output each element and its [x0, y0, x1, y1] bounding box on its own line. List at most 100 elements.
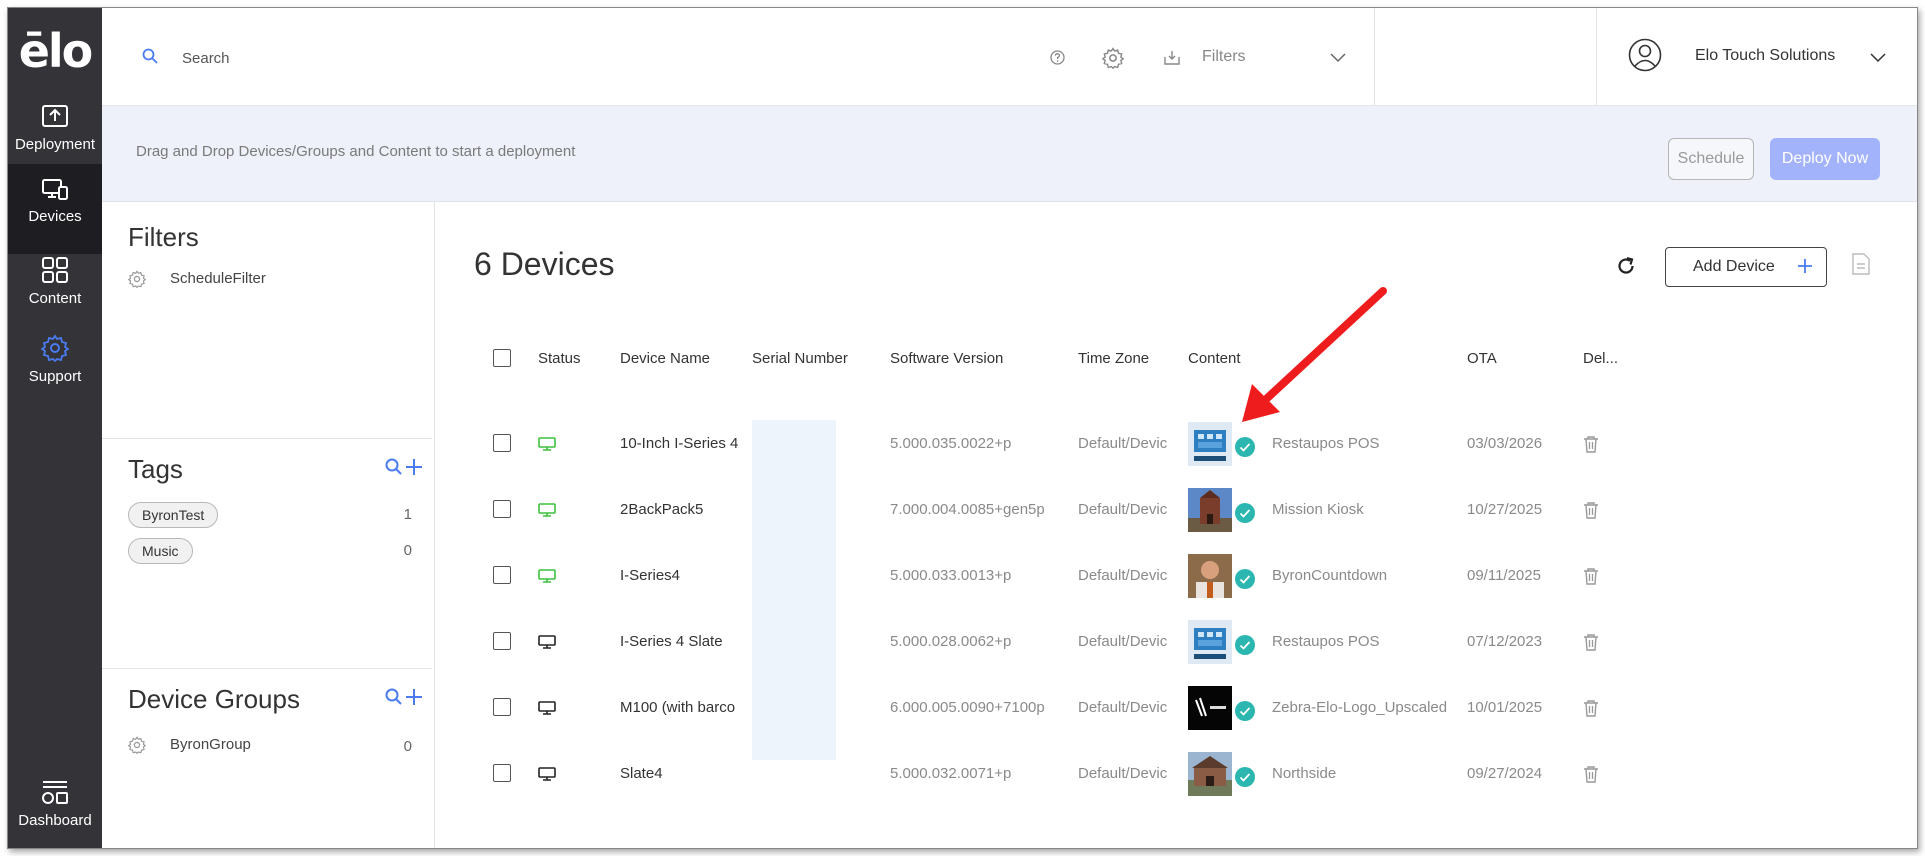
nav-item-dashboard[interactable]: Dashboard [8, 764, 102, 848]
trash-icon[interactable] [1583, 765, 1599, 788]
group-item[interactable]: ByronGroup [128, 736, 378, 756]
nav-item-label: Support [28, 368, 82, 385]
filters-dropdown-label[interactable]: Filters [1202, 48, 1246, 66]
schedule-button[interactable]: Schedule [1668, 138, 1754, 180]
device-name[interactable]: Slate4 [620, 765, 740, 782]
column-header-content[interactable]: Content [1188, 350, 1241, 367]
devices-panel: 6 Devices Add Device Status Device Name … [435, 202, 1917, 848]
chevron-down-icon[interactable] [1330, 53, 1346, 63]
add-device-button[interactable]: Add Device [1665, 247, 1827, 287]
time-zone: Default/Devic [1078, 633, 1168, 650]
ota-date: 10/01/2025 [1467, 699, 1543, 716]
gear-icon [128, 270, 146, 288]
content-thumbnail [1188, 752, 1232, 796]
divider [1596, 8, 1597, 106]
settings-icon[interactable] [1102, 47, 1124, 69]
content-thumbnail [1188, 686, 1232, 730]
row-checkbox[interactable] [493, 434, 511, 452]
software-version: 5.000.035.0022+p [890, 435, 1012, 452]
software-version: 7.000.004.0085+gen5p [890, 501, 1045, 518]
filter-item[interactable]: ScheduleFilter [128, 270, 378, 290]
user-avatar-icon[interactable] [1628, 38, 1662, 72]
check-circle-icon [1235, 569, 1255, 589]
status-offline-icon [538, 635, 556, 654]
row-checkbox[interactable] [493, 566, 511, 584]
add-group-icon[interactable] [406, 689, 422, 705]
nav-item-devices[interactable]: Devices [8, 164, 102, 254]
add-device-label: Add Device [1693, 258, 1775, 275]
user-name[interactable]: Elo Touch Solutions [1695, 47, 1835, 65]
content-name[interactable]: Restaupos POS [1272, 633, 1457, 650]
grid-icon [42, 257, 68, 283]
plus-icon [1798, 259, 1812, 273]
elo-logo[interactable]: ēlo [8, 28, 102, 74]
trash-icon[interactable] [1583, 633, 1599, 656]
nav-item-support[interactable]: Support [8, 320, 102, 410]
nav-item-label: Content [28, 290, 82, 307]
search-groups-icon[interactable] [385, 688, 402, 705]
app-window: ēlo Deployment Devices Content Support D… [7, 7, 1918, 849]
deployment-hint: Drag and Drop Devices/Groups and Content… [136, 143, 576, 160]
section-divider [102, 438, 432, 439]
ota-date: 09/27/2024 [1467, 765, 1543, 782]
refresh-icon[interactable] [1616, 256, 1636, 276]
trash-icon[interactable] [1583, 567, 1599, 590]
content-thumbnail [1188, 422, 1232, 466]
divider [1374, 8, 1375, 106]
ota-date: 07/12/2023 [1467, 633, 1543, 650]
ota-date: 03/03/2026 [1467, 435, 1543, 452]
column-header-software-version[interactable]: Software Version [890, 350, 1003, 367]
select-all-checkbox[interactable] [493, 349, 511, 367]
status-offline-icon [538, 767, 556, 786]
nav-item-content[interactable]: Content [8, 242, 102, 332]
column-header-time-zone[interactable]: Time Zone [1078, 350, 1149, 367]
add-tag-icon[interactable] [406, 459, 422, 475]
content-name[interactable]: Mission Kiosk [1272, 501, 1457, 518]
row-checkbox[interactable] [493, 698, 511, 716]
search-input[interactable] [182, 46, 782, 70]
search-icon[interactable] [142, 48, 158, 64]
trash-icon[interactable] [1583, 501, 1599, 524]
content-name[interactable]: Zebra-Elo-Logo_Upscaled [1272, 699, 1457, 716]
trash-icon[interactable] [1583, 435, 1599, 458]
status-online-icon [538, 437, 556, 456]
check-circle-icon [1235, 437, 1255, 457]
content-thumbnail [1188, 554, 1232, 598]
tag-chip[interactable]: ByronTest [128, 502, 219, 528]
filter-name: ScheduleFilter [170, 270, 266, 287]
column-header-delete[interactable]: Del... [1583, 350, 1618, 367]
device-name[interactable]: 10-Inch I-Series 4 [620, 435, 740, 452]
row-checkbox[interactable] [493, 500, 511, 518]
content-name[interactable]: Restaupos POS [1272, 435, 1457, 452]
top-bar: Filters Elo Touch Solutions [102, 8, 1917, 106]
group-count: 0 [403, 738, 412, 755]
nav-item-label: Deployment [14, 136, 96, 153]
trash-icon[interactable] [1583, 699, 1599, 722]
device-name[interactable]: M100 (with barco [620, 699, 740, 716]
left-nav: ēlo Deployment Devices Content Support D… [8, 8, 102, 848]
software-version: 5.000.028.0062+p [890, 633, 1012, 650]
page-title: 6 Devices [474, 246, 615, 282]
help-icon[interactable] [1050, 50, 1065, 65]
content-name[interactable]: Northside [1272, 765, 1457, 782]
content-thumbnail [1188, 620, 1232, 664]
nav-item-label: Devices [28, 208, 82, 225]
column-header-device-name[interactable]: Device Name [620, 350, 710, 367]
device-name[interactable]: I-Series 4 Slate [620, 633, 740, 650]
deploy-now-button[interactable]: Deploy Now [1770, 138, 1880, 180]
software-version: 5.000.033.0013+p [890, 567, 1012, 584]
row-checkbox[interactable] [493, 764, 511, 782]
chevron-down-icon[interactable] [1870, 53, 1886, 63]
column-header-ota[interactable]: OTA [1467, 350, 1497, 367]
download-icon[interactable] [1164, 50, 1180, 65]
document-icon[interactable] [1852, 253, 1870, 275]
filters-title: Filters [128, 222, 199, 252]
content-name[interactable]: ByronCountdown [1272, 567, 1457, 584]
column-header-serial-number[interactable]: Serial Number [752, 350, 848, 367]
device-name[interactable]: I-Series4 [620, 567, 740, 584]
row-checkbox[interactable] [493, 632, 511, 650]
tag-chip[interactable]: Music [128, 538, 193, 564]
device-name[interactable]: 2BackPack5 [620, 501, 740, 518]
column-header-status[interactable]: Status [538, 350, 581, 367]
search-tags-icon[interactable] [385, 458, 402, 475]
